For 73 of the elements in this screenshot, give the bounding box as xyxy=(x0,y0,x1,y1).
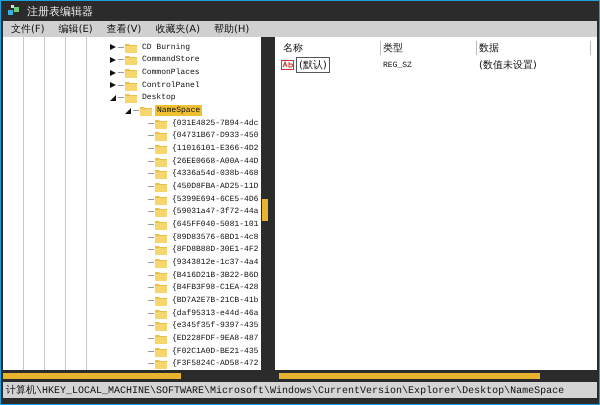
folder-icon xyxy=(140,105,152,116)
tree-item[interactable]: {F02C1A0D-BE21-435 xyxy=(170,346,260,357)
folder-icon xyxy=(125,67,137,78)
folder-icon xyxy=(155,130,167,142)
column-header[interactable]: 类型 xyxy=(381,41,477,55)
collapsed-arrow-icon[interactable] xyxy=(110,44,116,50)
folder-icon xyxy=(155,320,167,332)
window-title: 注册表编辑器 xyxy=(27,4,93,18)
registry-cubes-icon xyxy=(7,4,21,18)
folder-icon xyxy=(155,346,167,357)
tree-item[interactable]: {89D83576-6BD1-4c8 xyxy=(170,232,260,243)
tree-item[interactable]: {B4FB3F98-C1EA-428 xyxy=(170,282,260,294)
menu-item[interactable]: 查看(V) xyxy=(106,22,142,36)
folder-icon xyxy=(155,143,167,154)
tree-item[interactable]: ControlPanel xyxy=(140,80,202,91)
folder-icon xyxy=(155,270,167,281)
folder-icon xyxy=(155,156,167,167)
folder-icon xyxy=(155,168,167,180)
folder-icon xyxy=(155,256,167,268)
expanded-arrow-icon[interactable] xyxy=(125,108,131,114)
menu-item[interactable]: 帮助(H) xyxy=(214,22,250,36)
folder-icon xyxy=(125,54,137,66)
column-header[interactable]: 名称 xyxy=(281,41,381,55)
expanded-arrow-icon[interactable] xyxy=(110,94,116,101)
folder-icon xyxy=(155,194,167,205)
tree-item[interactable]: {4336a54d-038b-468 xyxy=(170,168,260,180)
tree-item[interactable]: CD Burning xyxy=(140,42,192,53)
tree-item[interactable]: {26EE0668-A00A-44D xyxy=(170,156,260,167)
folder-icon xyxy=(155,244,167,256)
folder-icon xyxy=(155,332,167,344)
folder-icon xyxy=(125,42,137,53)
menu-item[interactable]: 文件(F) xyxy=(11,22,45,36)
tree-item[interactable]: {031E4825-7B94-4dc xyxy=(170,118,260,129)
menu-item[interactable]: 编辑(E) xyxy=(58,22,93,36)
folder-icon xyxy=(155,181,167,192)
folder-icon xyxy=(155,294,167,306)
collapsed-arrow-icon[interactable] xyxy=(110,82,116,88)
tree-item[interactable]: CommandStore xyxy=(140,54,202,66)
folder-icon xyxy=(155,358,167,370)
folder-icon xyxy=(155,282,167,294)
tree-item[interactable]: {11016101-E366-4D2 xyxy=(170,143,260,154)
tree-item[interactable]: {F3F5824C-AD58-472 xyxy=(170,358,260,370)
table-cell-text: (数值未设置) xyxy=(478,58,538,72)
tree-item[interactable]: {59031a47-3f72-44a xyxy=(170,206,260,218)
folder-icon xyxy=(155,206,167,218)
tree-item[interactable]: {645FF040-5081-101 xyxy=(170,219,260,230)
tree-item[interactable]: {8FD8B88D-30E1-4F2 xyxy=(170,244,260,256)
folder-icon xyxy=(155,118,167,129)
status-path: 计算机\HKEY_LOCAL_MACHINE\SOFTWARE\Microsoft\Windows\CurrentVersion\Explorer\Desktop\NameSpace xyxy=(6,384,564,397)
tree-item[interactable]: {e345f35f-9397-435 xyxy=(170,320,260,332)
tree-item[interactable]: {BD7A2E7B-21CB-41b xyxy=(170,294,260,306)
tree-item[interactable]: {450D8FBA-AD25-11D xyxy=(170,181,260,192)
string-value-icon xyxy=(281,60,294,70)
tree-item[interactable]: CommonPlaces xyxy=(140,67,202,78)
tree-item[interactable]: Desktop xyxy=(140,92,178,104)
folder-icon xyxy=(125,80,137,91)
table-cell-text: REG_SZ xyxy=(382,60,413,70)
folder-icon xyxy=(125,92,137,104)
collapsed-arrow-icon[interactable] xyxy=(110,56,116,63)
folder-icon xyxy=(155,232,167,243)
tree-item[interactable]: {B416D21B-3B22-B6D xyxy=(170,270,260,281)
tree-item[interactable]: {9343812e-1c37-4a4 xyxy=(170,256,260,268)
collapsed-arrow-icon[interactable] xyxy=(110,70,116,76)
tree-item[interactable]: {daf95313-e44d-46a xyxy=(170,308,260,319)
menu-item[interactable]: 收藏夹(A) xyxy=(155,22,200,36)
tree-item[interactable]: {5399E694-6CE5-4D6 xyxy=(170,194,260,205)
folder-icon xyxy=(155,308,167,319)
tree-item[interactable]: NameSpace xyxy=(155,105,202,116)
tree-item[interactable]: {ED228FDF-9EA8-487 xyxy=(170,332,260,344)
column-header[interactable]: 数据 xyxy=(477,41,591,55)
tree-item[interactable]: {04731B67-D933-450 xyxy=(170,130,260,142)
folder-icon xyxy=(155,219,167,230)
value-name[interactable]: (默认) xyxy=(296,57,330,73)
